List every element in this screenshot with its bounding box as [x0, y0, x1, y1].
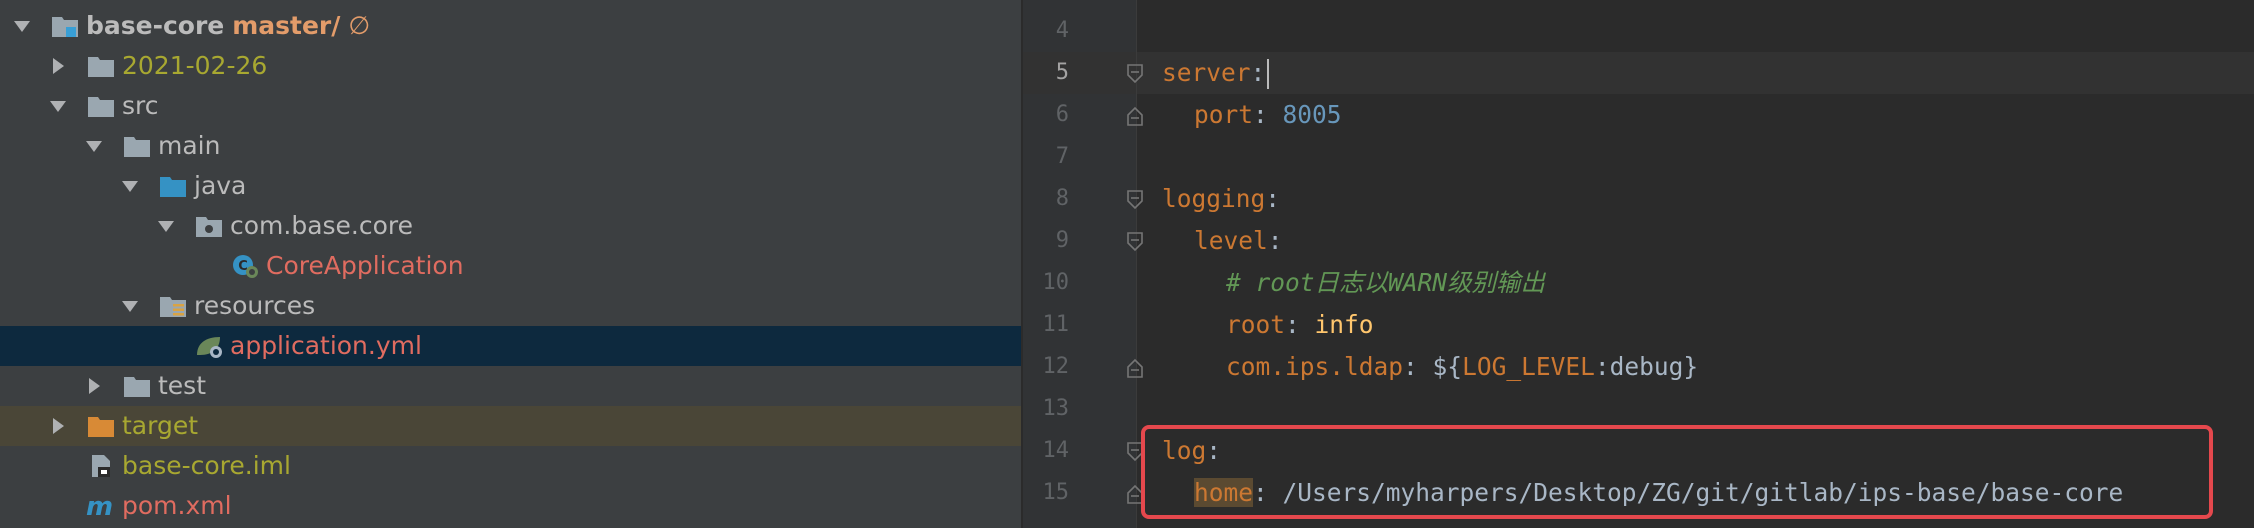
- yaml-colon: :: [1285, 310, 1300, 339]
- yaml-comment: # root日志以WARN级别输出: [1226, 268, 1546, 297]
- source-folder-icon: [158, 173, 188, 199]
- git-branch-separator: /: [331, 11, 341, 40]
- yaml-value: 8005: [1282, 100, 1342, 129]
- line-number: 6: [1055, 102, 1069, 127]
- tree-arrow-collapsed-icon[interactable]: [48, 56, 68, 76]
- tree-item-label: CoreApplication: [266, 251, 464, 280]
- yaml-key: root: [1226, 310, 1286, 339]
- tree-item-label: java: [194, 171, 247, 200]
- spring-boot-class-icon: C: [230, 253, 260, 279]
- tree-item-label: main: [158, 131, 221, 160]
- tree-row-application-yml[interactable]: application.yml: [0, 326, 1021, 366]
- tree-item-label: base-core.iml: [122, 451, 291, 480]
- tree-row-resources[interactable]: resources: [0, 286, 1021, 326]
- tree-item-label: 2021-02-26: [122, 51, 268, 80]
- tree-arrow-expanded-icon[interactable]: [156, 216, 176, 236]
- line-number: 4: [1055, 18, 1069, 43]
- tree-arrow-expanded-icon[interactable]: [120, 296, 140, 316]
- project-tree-panel: base-core master/ ∅ 2021-02-26 src main …: [0, 0, 1021, 528]
- yaml-placeholder-rest: :debug}: [1594, 352, 1699, 381]
- tree-row-core-application[interactable]: C CoreApplication: [0, 246, 1021, 286]
- tree-arrow-collapsed-icon[interactable]: [48, 416, 68, 436]
- fold-marker-icon[interactable]: [1126, 189, 1144, 211]
- resources-folder-icon: [158, 293, 188, 319]
- tree-row-target[interactable]: target: [0, 406, 1021, 446]
- folder-icon: [86, 53, 116, 79]
- tree-row-java[interactable]: java: [0, 166, 1021, 206]
- fold-marker-icon[interactable]: [1126, 105, 1144, 127]
- line-number: 15: [1042, 480, 1070, 505]
- yaml-env-var: LOG_LEVEL: [1462, 352, 1595, 381]
- tree-arrow-expanded-icon[interactable]: [12, 16, 32, 36]
- yaml-colon: :: [1403, 352, 1418, 381]
- yaml-key: server: [1162, 58, 1251, 87]
- excluded-folder-icon: [86, 413, 116, 439]
- module-icon: [50, 13, 80, 39]
- line-number: 10: [1042, 270, 1070, 295]
- tree-row-main[interactable]: main: [0, 126, 1021, 166]
- tree-item-label: pom.xml: [122, 491, 232, 520]
- yaml-colon: :: [1267, 226, 1283, 255]
- line-number: 11: [1042, 312, 1070, 337]
- code-line-11[interactable]: root: info: [1226, 304, 1374, 346]
- fold-marker-icon[interactable]: [1126, 231, 1144, 253]
- tree-row-base-core[interactable]: base-core master/ ∅: [0, 6, 1021, 46]
- tree-arrow-collapsed-icon[interactable]: [84, 376, 104, 396]
- yaml-colon: :: [1250, 58, 1266, 87]
- fold-marker-icon[interactable]: [1126, 63, 1144, 85]
- tree-row-2021-02-26[interactable]: 2021-02-26: [0, 46, 1021, 86]
- yaml-key: port: [1194, 100, 1254, 129]
- code-line-10[interactable]: # root日志以WARN级别输出: [1226, 262, 1545, 304]
- project-name: base-core: [86, 11, 225, 40]
- tree-item-label: src: [122, 91, 159, 120]
- folder-icon: [86, 93, 116, 119]
- tree-row-pom-xml[interactable]: m pom.xml: [0, 486, 1021, 526]
- tree-row-base-core-iml[interactable]: base-core.iml: [0, 446, 1021, 486]
- tree-item-label: target: [122, 411, 199, 440]
- folder-icon: [122, 373, 152, 399]
- tree-row-test[interactable]: test: [0, 366, 1021, 406]
- code-line-9[interactable]: level:: [1194, 220, 1283, 262]
- tree-row-src[interactable]: src: [0, 86, 1021, 126]
- yaml-placeholder-open: ${: [1432, 352, 1463, 381]
- code-line-6[interactable]: port: 8005: [1194, 94, 1342, 136]
- line-number: 7: [1055, 144, 1069, 169]
- yaml-key: level: [1194, 226, 1268, 255]
- code-line-12[interactable]: com.ips.ldap: ${LOG_LEVEL:debug}: [1226, 346, 1698, 388]
- line-number: 5: [1055, 60, 1069, 85]
- line-number: 8: [1055, 186, 1069, 211]
- spring-yaml-icon: [194, 333, 224, 359]
- yaml-colon: :: [1253, 100, 1268, 129]
- git-status-indicator: ∅: [348, 11, 371, 40]
- yaml-key: com.ips.ldap: [1226, 352, 1404, 381]
- yaml-key: logging: [1162, 184, 1266, 213]
- line-number: 13: [1042, 396, 1070, 421]
- folder-icon: [122, 133, 152, 159]
- package-icon: [194, 213, 224, 239]
- tree-item-label: resources: [194, 291, 316, 320]
- tree-arrow-expanded-icon[interactable]: [48, 96, 68, 116]
- text-caret: [1267, 59, 1270, 89]
- tree-item-label: com.base.core: [230, 211, 414, 240]
- code-line-8[interactable]: logging:: [1162, 178, 1280, 220]
- yaml-value: info: [1314, 310, 1374, 339]
- iml-file-icon: [86, 453, 116, 479]
- tree-arrow-expanded-icon[interactable]: [120, 176, 140, 196]
- tree-arrow-expanded-icon[interactable]: [84, 136, 104, 156]
- svg-text:m: m: [86, 493, 113, 519]
- line-number: 14: [1042, 438, 1070, 463]
- tree-row-com-base-core[interactable]: com.base.core: [0, 206, 1021, 246]
- line-number: 9: [1055, 228, 1069, 253]
- annotation-highlight-box: [1141, 425, 2213, 519]
- git-branch: master: [232, 11, 332, 40]
- tree-item-label: application.yml: [230, 331, 422, 360]
- fold-marker-icon[interactable]: [1126, 357, 1144, 379]
- yaml-colon: :: [1265, 184, 1281, 213]
- tree-item-label: test: [158, 371, 207, 400]
- line-number: 12: [1042, 354, 1070, 379]
- code-line-5[interactable]: server:: [1162, 52, 1270, 94]
- maven-icon: m: [86, 493, 116, 519]
